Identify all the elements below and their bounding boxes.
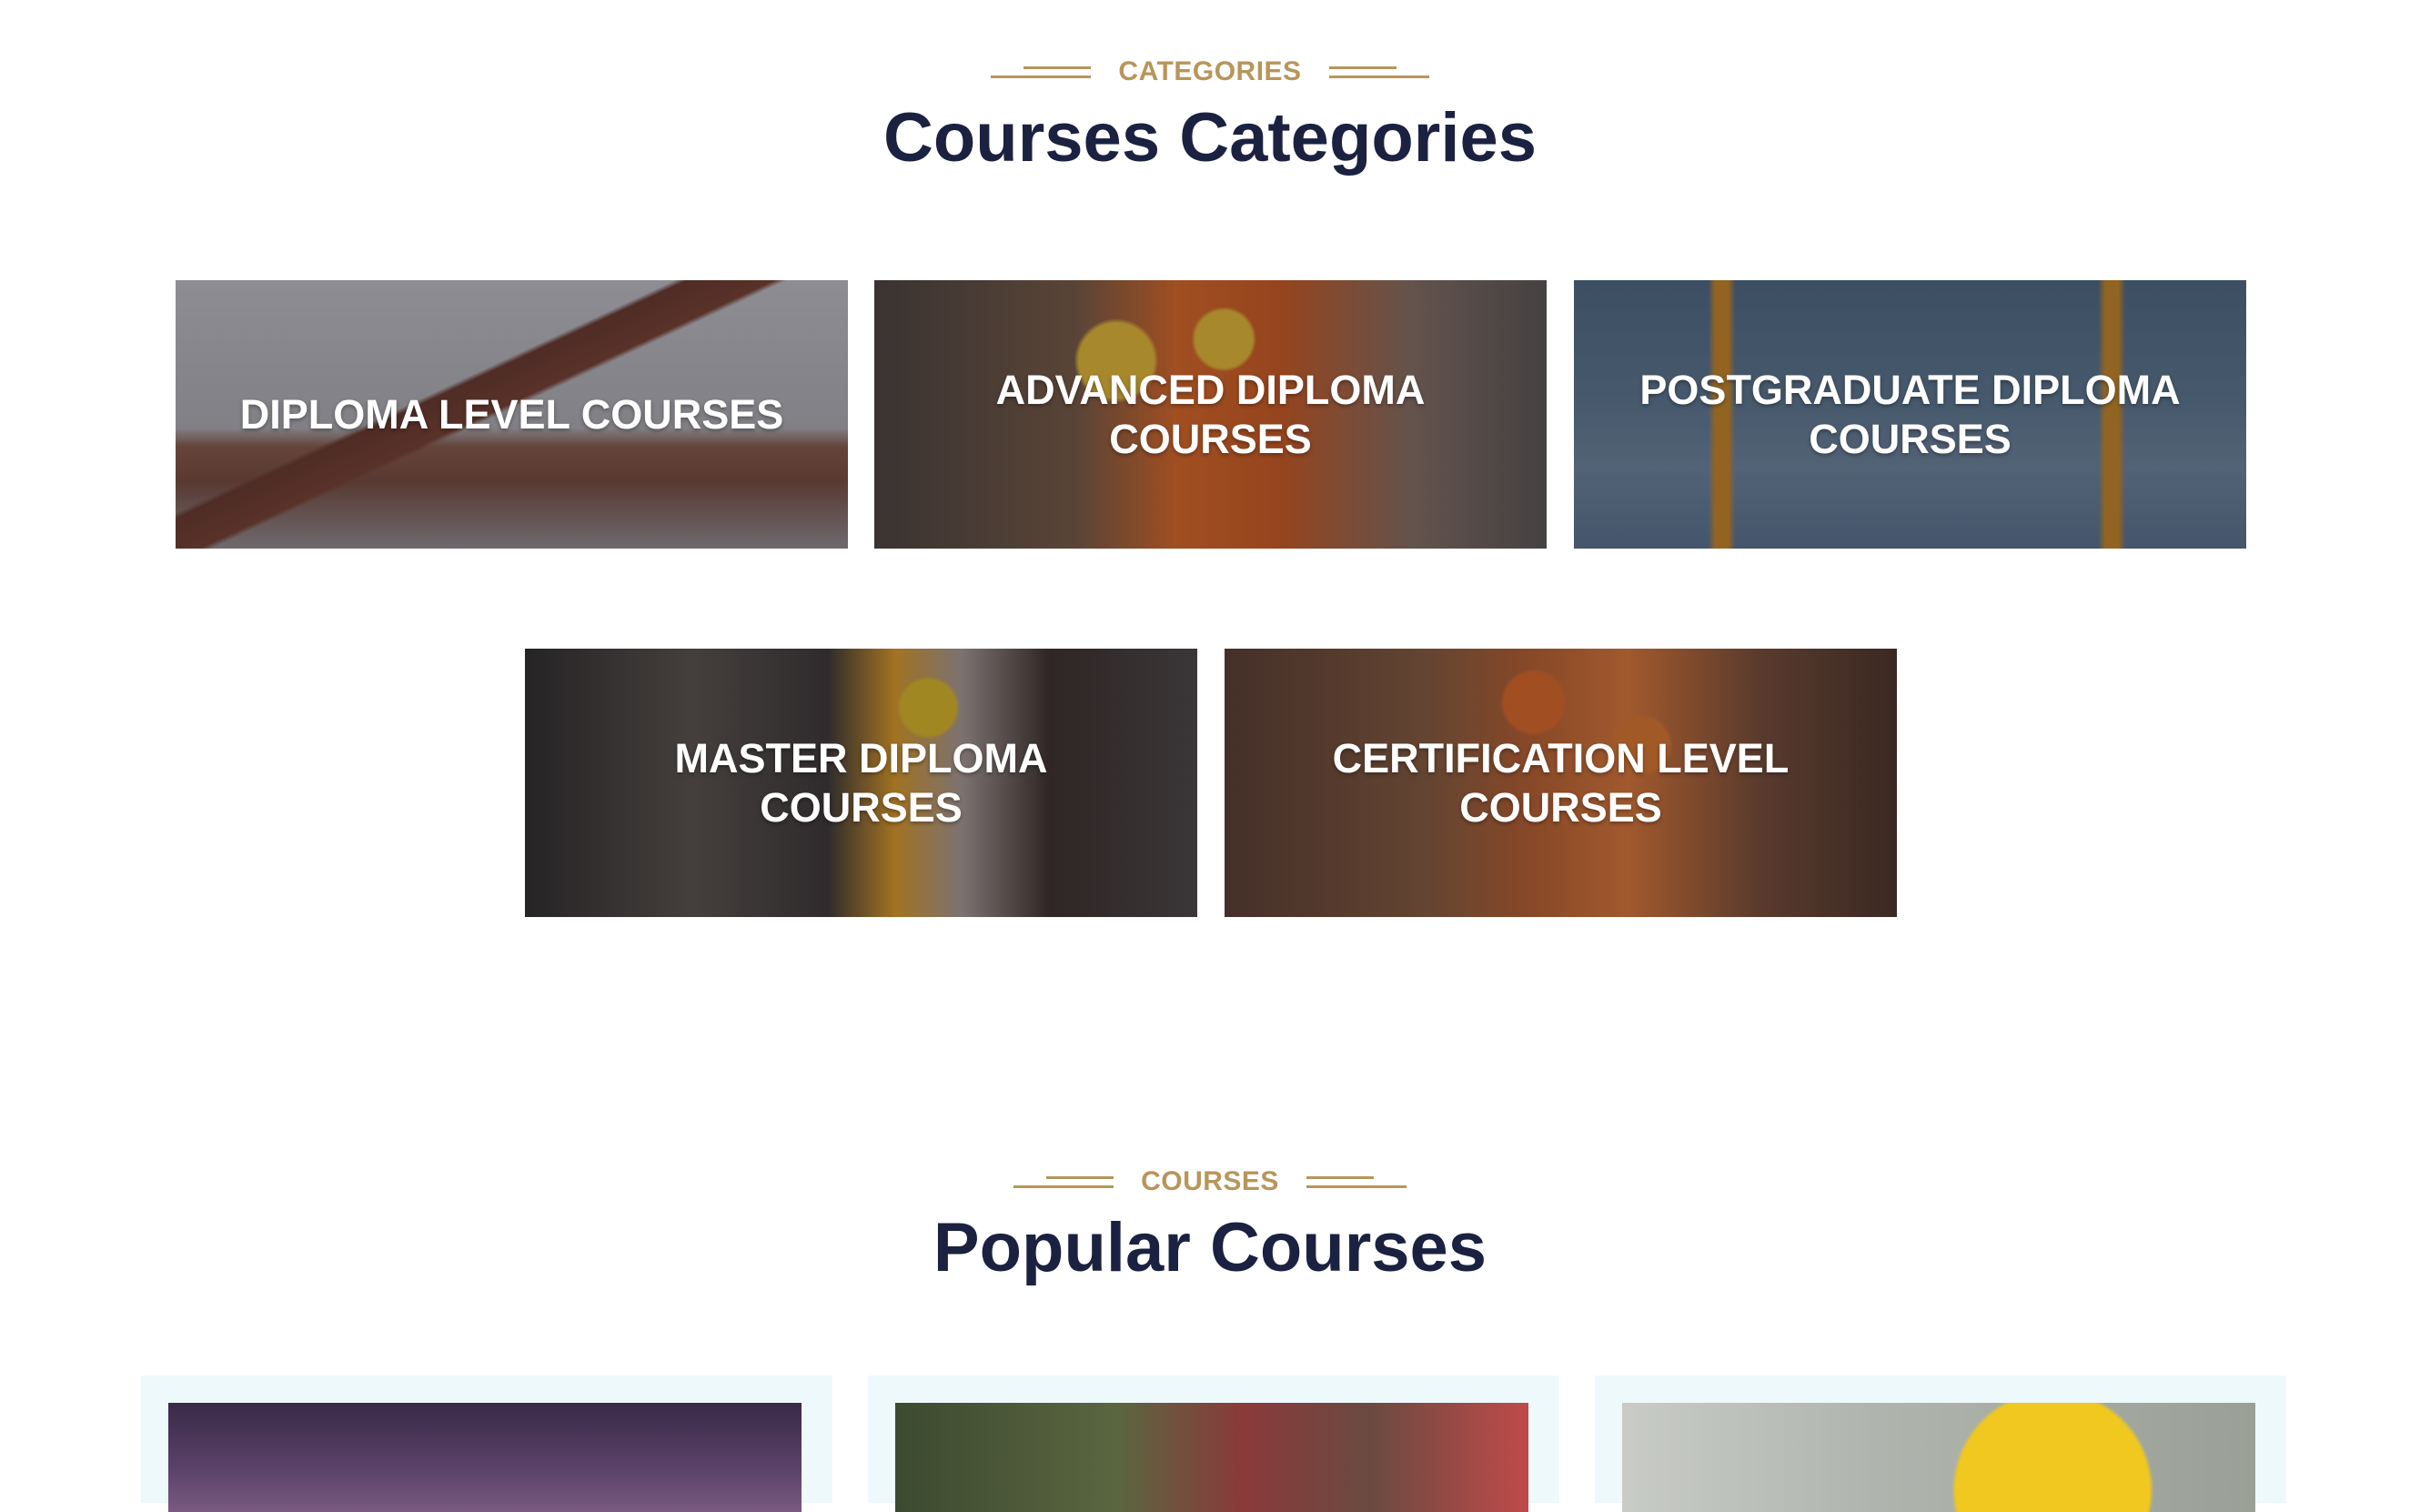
course-card[interactable]: [141, 1376, 832, 1512]
course-thumbnail[interactable]: [168, 1403, 802, 1512]
categories-eyebrow-text: CATEGORIES: [1118, 56, 1302, 86]
decorative-lines-right: [1306, 1173, 1407, 1191]
course-thumbnail[interactable]: [895, 1403, 1528, 1512]
category-label: DIPLOMA LEVEL COURSES: [239, 390, 784, 438]
category-card-certification[interactable]: CERTIFICATION LEVEL COURSES: [1225, 649, 1897, 917]
courses-section-header: COURSES Popular Courses: [0, 1166, 2420, 1286]
category-label: CERTIFICATION LEVEL COURSES: [1332, 735, 1790, 831]
categories-eyebrow: CATEGORIES: [0, 56, 2420, 87]
courses-eyebrow: COURSES: [0, 1166, 2420, 1197]
category-card-advanced-diploma[interactable]: ADVANCED DIPLOMA COURSES: [874, 280, 1547, 549]
decorative-lines-right: [1328, 63, 1429, 81]
category-card-diploma[interactable]: DIPLOMA LEVEL COURSES: [176, 280, 848, 549]
categories-title: Courses Categories: [882, 99, 1538, 176]
category-label: MASTER DIPLOMA COURSES: [674, 735, 1048, 831]
decorative-lines-left: [1013, 1173, 1114, 1191]
courses-eyebrow-text: COURSES: [1141, 1166, 1279, 1196]
categories-section-header: CATEGORIES Courses Categories: [0, 56, 2420, 176]
course-card[interactable]: [1595, 1376, 2286, 1512]
decorative-lines-left: [991, 63, 1092, 81]
courses-title: Popular Courses: [933, 1209, 1487, 1286]
course-card[interactable]: [868, 1376, 1559, 1512]
course-thumbnail[interactable]: [1622, 1403, 2255, 1512]
category-label: ADVANCED DIPLOMA COURSES: [995, 367, 1426, 462]
category-card-master-diploma[interactable]: MASTER DIPLOMA COURSES: [525, 649, 1197, 917]
category-card-postgraduate-diploma[interactable]: POSTGRADUATE DIPLOMA COURSES: [1574, 280, 2246, 549]
category-label: POSTGRADUATE DIPLOMA COURSES: [1639, 367, 2181, 462]
